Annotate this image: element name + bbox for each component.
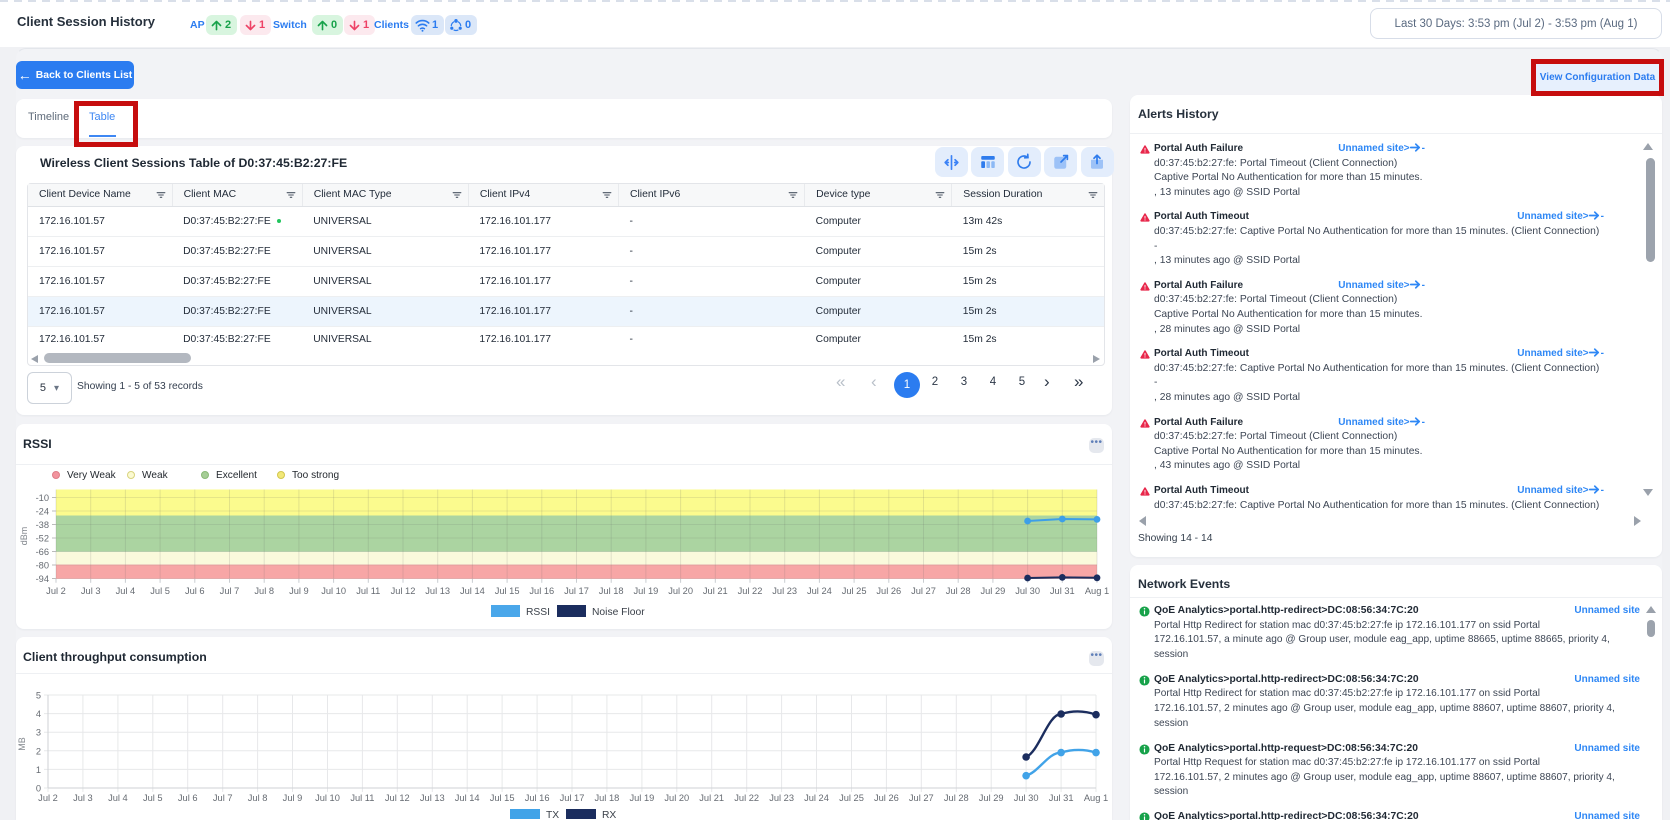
svg-text:Jul 31: Jul 31 <box>1050 586 1075 596</box>
svg-text:Jul 14: Jul 14 <box>455 793 480 803</box>
svg-text:0: 0 <box>36 784 41 794</box>
svg-text:Jul 8: Jul 8 <box>248 793 268 803</box>
svg-text:4: 4 <box>36 709 41 719</box>
svg-text:Jul 13: Jul 13 <box>425 586 450 596</box>
svg-text:Jul 10: Jul 10 <box>315 793 340 803</box>
svg-text:Jul 6: Jul 6 <box>185 586 205 596</box>
svg-text:Jul 20: Jul 20 <box>668 586 693 596</box>
svg-text:Jul 24: Jul 24 <box>804 793 829 803</box>
svg-text:Aug 1: Aug 1 <box>1085 586 1109 596</box>
svg-text:Jul 12: Jul 12 <box>391 586 416 596</box>
svg-text:Jul 16: Jul 16 <box>525 793 550 803</box>
svg-text:Jul 18: Jul 18 <box>594 793 619 803</box>
svg-text:3: 3 <box>36 728 41 738</box>
svg-text:-94: -94 <box>36 574 49 584</box>
svg-text:2: 2 <box>36 746 41 756</box>
svg-text:Jul 25: Jul 25 <box>839 793 864 803</box>
svg-text:-66: -66 <box>36 547 49 557</box>
svg-text:Jul 26: Jul 26 <box>874 793 899 803</box>
svg-text:Jul 8: Jul 8 <box>254 586 274 596</box>
svg-text:Jul 30: Jul 30 <box>1014 793 1039 803</box>
svg-text:Jul 24: Jul 24 <box>807 586 832 596</box>
svg-text:Jul 21: Jul 21 <box>699 793 724 803</box>
svg-text:TX: TX <box>546 810 559 820</box>
svg-text:Jul 17: Jul 17 <box>560 793 585 803</box>
svg-text:Jul 19: Jul 19 <box>633 586 658 596</box>
svg-text:Jul 27: Jul 27 <box>909 793 934 803</box>
svg-text:Jul 18: Jul 18 <box>599 586 624 596</box>
svg-text:Jul 20: Jul 20 <box>664 793 689 803</box>
svg-text:Jul 21: Jul 21 <box>703 586 728 596</box>
svg-text:Jul 23: Jul 23 <box>772 586 797 596</box>
svg-text:Jul 12: Jul 12 <box>385 793 410 803</box>
svg-text:Jul 27: Jul 27 <box>911 586 936 596</box>
svg-text:Jul 26: Jul 26 <box>876 586 901 596</box>
svg-text:Jul 29: Jul 29 <box>979 793 1004 803</box>
svg-text:Jul 29: Jul 29 <box>980 586 1005 596</box>
svg-text:-10: -10 <box>36 493 49 503</box>
svg-text:Jul 2: Jul 2 <box>46 586 66 596</box>
svg-text:Noise Floor: Noise Floor <box>592 607 645 618</box>
svg-text:5: 5 <box>36 691 41 701</box>
svg-text:Jul 3: Jul 3 <box>73 793 93 803</box>
svg-text:Jul 23: Jul 23 <box>769 793 794 803</box>
svg-text:Jul 7: Jul 7 <box>220 586 240 596</box>
svg-text:Jul 25: Jul 25 <box>842 586 867 596</box>
svg-text:Jul 22: Jul 22 <box>738 586 763 596</box>
svg-text:Jul 31: Jul 31 <box>1049 793 1074 803</box>
svg-text:Jul 2: Jul 2 <box>38 793 58 803</box>
svg-text:Jul 3: Jul 3 <box>81 586 101 596</box>
svg-text:MB: MB <box>17 737 27 751</box>
svg-text:Jul 28: Jul 28 <box>946 586 971 596</box>
svg-text:Jul 6: Jul 6 <box>178 793 198 803</box>
svg-text:Jul 10: Jul 10 <box>321 586 346 596</box>
svg-text:Jul 17: Jul 17 <box>564 586 589 596</box>
svg-text:Jul 5: Jul 5 <box>150 586 170 596</box>
svg-text:Jul 14: Jul 14 <box>460 586 485 596</box>
svg-text:-52: -52 <box>36 534 49 544</box>
svg-text:Jul 4: Jul 4 <box>108 793 128 803</box>
svg-text:Jul 5: Jul 5 <box>143 793 163 803</box>
svg-text:Jul 9: Jul 9 <box>289 586 309 596</box>
svg-text:RSSI: RSSI <box>526 607 550 618</box>
svg-text:-80: -80 <box>36 561 49 571</box>
svg-text:-38: -38 <box>36 520 49 530</box>
svg-text:Jul 28: Jul 28 <box>944 793 969 803</box>
svg-text:Jul 16: Jul 16 <box>529 586 554 596</box>
svg-text:RX: RX <box>602 810 616 820</box>
svg-text:-24: -24 <box>36 507 49 517</box>
svg-text:Jul 7: Jul 7 <box>213 793 233 803</box>
svg-text:Jul 13: Jul 13 <box>420 793 445 803</box>
svg-text:Jul 9: Jul 9 <box>283 793 303 803</box>
svg-text:Jul 22: Jul 22 <box>734 793 759 803</box>
svg-text:Jul 19: Jul 19 <box>629 793 654 803</box>
svg-text:Jul 15: Jul 15 <box>495 586 520 596</box>
svg-text:Jul 30: Jul 30 <box>1015 586 1040 596</box>
svg-text:Aug 1: Aug 1 <box>1084 793 1108 803</box>
svg-text:1: 1 <box>36 765 41 775</box>
svg-text:Jul 11: Jul 11 <box>350 793 374 803</box>
svg-text:Jul 4: Jul 4 <box>116 586 136 596</box>
svg-text:dBm: dBm <box>19 527 29 546</box>
svg-text:Jul 15: Jul 15 <box>490 793 515 803</box>
svg-text:Jul 11: Jul 11 <box>356 586 380 596</box>
